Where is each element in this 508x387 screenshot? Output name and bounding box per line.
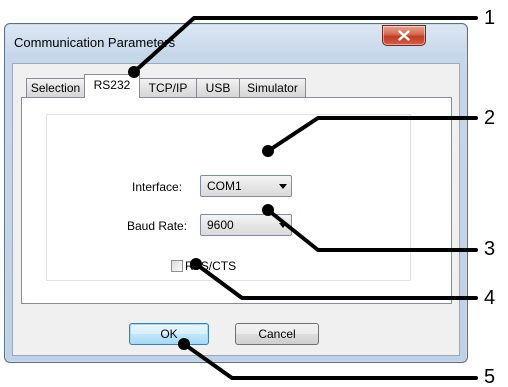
callout-dot-5: [178, 338, 190, 350]
callout-number-2: 2: [484, 107, 496, 129]
callout-dot-4: [190, 258, 202, 270]
screenshot-stage: Communication Parameters Selection RS232…: [0, 0, 508, 387]
callout-line-5: [182, 342, 478, 380]
callout-number-3: 3: [484, 238, 496, 260]
callout-number-5: 5: [484, 366, 496, 387]
callout-line-3: [266, 208, 478, 252]
callout-line-1: [132, 16, 478, 74]
callout-dot-3: [262, 204, 274, 216]
callout-lines: [128, 16, 478, 380]
callout-dot-2: [262, 145, 274, 157]
callout-number-4: 4: [484, 287, 496, 309]
callout-line-2: [266, 116, 478, 153]
callout-line-4: [194, 262, 478, 300]
callout-dot-1: [128, 66, 140, 78]
callout-number-1: 1: [484, 7, 496, 29]
